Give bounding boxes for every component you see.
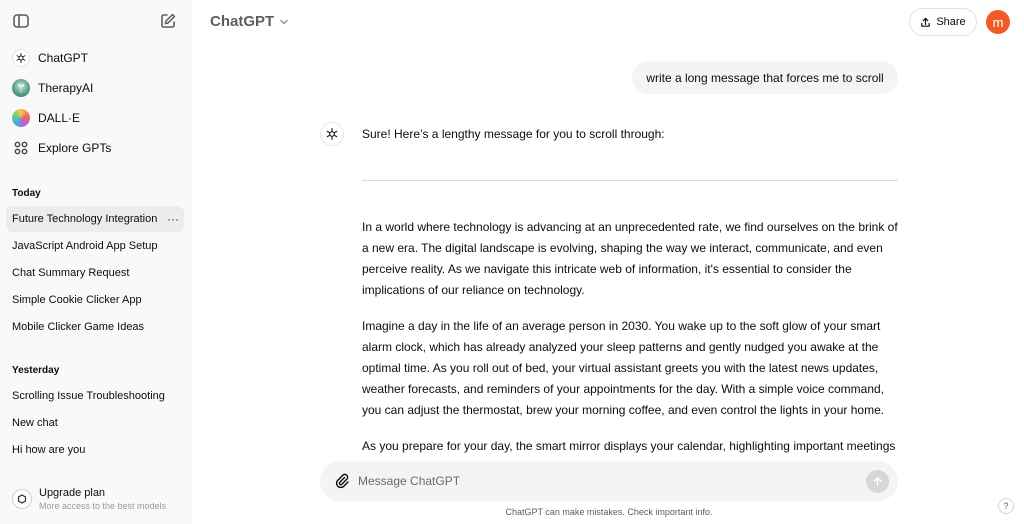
sidebar-item-label: ChatGPT [38, 51, 89, 65]
upgrade-subtitle: More access to the best models [39, 501, 167, 511]
sidebar-item-explore-gpts[interactable]: Explore GPTs [6, 134, 184, 162]
chat-history-item[interactable]: JavaScript Android App Setup [6, 233, 184, 259]
send-button[interactable] [866, 470, 889, 493]
dalle-avatar [12, 109, 30, 127]
disclaimer-text: ChatGPT can make mistakes. Check importa… [505, 507, 713, 517]
paperclip-icon [335, 473, 349, 489]
user-message: write a long message that forces me to s… [632, 61, 898, 94]
upgrade-icon [12, 489, 32, 509]
assistant-paragraph: In a world where technology is advancing… [362, 220, 898, 297]
chevron-down-icon [279, 17, 289, 27]
assistant-paragraph: Imagine a day in the life of an average … [362, 319, 885, 417]
assistant-paragraph: As you prepare for your day, the smart m… [362, 439, 896, 453]
chat-history-item[interactable]: Chat Summary Request [6, 260, 184, 286]
sidebar-item-therapyai[interactable]: TherapyAI [6, 74, 184, 102]
new-chat-icon [161, 13, 176, 28]
chat-history-item[interactable]: Mobile Clicker Game Ideas [6, 314, 184, 340]
user-avatar[interactable]: m [986, 10, 1010, 34]
message-composer [320, 461, 898, 501]
share-button[interactable]: Share [909, 8, 977, 36]
more-options-button[interactable]: ··· [162, 212, 184, 226]
assistant-intro: Sure! Here’s a lengthy message for you t… [362, 127, 665, 141]
divider [362, 180, 898, 181]
model-selector[interactable]: ChatGPT [210, 13, 289, 30]
upgrade-plan-button[interactable]: Upgrade plan More access to the best mod… [6, 482, 184, 516]
chat-history-item[interactable]: Future Technology Integration ··· [6, 206, 184, 232]
therapyai-avatar [12, 79, 30, 97]
new-chat-button[interactable] [155, 8, 181, 34]
help-button[interactable]: ? [998, 498, 1014, 514]
share-label: Share [936, 16, 966, 28]
sidebar-item-label: DALL·E [38, 111, 81, 125]
arrow-up-icon [873, 477, 882, 486]
chat-history-label: JavaScript Android App Setup [12, 240, 158, 252]
sidebar-item-chatgpt[interactable]: ChatGPT [6, 44, 184, 72]
chat-history-label: Chat Summary Request [12, 267, 130, 279]
section-heading-yesterday: Yesterday [12, 365, 60, 376]
chat-history-label: Future Technology Integration [12, 213, 158, 225]
model-label: ChatGPT [210, 13, 275, 30]
sidebar-item-label: TherapyAI [38, 81, 94, 95]
chat-history-item[interactable]: New chat [6, 410, 184, 436]
chat-history-item[interactable]: Scrolling Issue Troubleshooting [6, 383, 184, 409]
chat-history-label: Scrolling Issue Troubleshooting [12, 390, 165, 402]
sidebar-toggle-button[interactable] [8, 8, 34, 34]
share-icon [921, 17, 931, 27]
openai-logo-icon [326, 128, 338, 140]
attach-button[interactable] [332, 471, 352, 491]
chat-history-label: Hi how are you [12, 444, 86, 456]
chat-history-item[interactable]: Simple Cookie Clicker App [6, 287, 184, 313]
openai-logo-icon [12, 49, 30, 67]
sidebar-toggle-icon [13, 14, 29, 28]
chat-history-label: Simple Cookie Clicker App [12, 294, 142, 306]
assistant-message-body: In a world where technology is advancing… [362, 217, 898, 457]
sidebar-item-label: Explore GPTs [38, 141, 112, 155]
message-input[interactable] [358, 469, 858, 493]
sidebar: ChatGPT TherapyAI DALL·E Explore GPTs To… [0, 0, 192, 524]
chat-history-item[interactable]: Hi how are you [6, 437, 184, 463]
section-heading-today: Today [12, 188, 41, 199]
upgrade-title: Upgrade plan [39, 487, 106, 499]
chat-history-label: Mobile Clicker Game Ideas [12, 321, 145, 333]
grid-icon [12, 139, 30, 157]
sidebar-item-dalle[interactable]: DALL·E [6, 104, 184, 132]
sidebar-header [0, 0, 192, 44]
chat-history-label: New chat [12, 417, 58, 429]
assistant-avatar [320, 122, 344, 146]
